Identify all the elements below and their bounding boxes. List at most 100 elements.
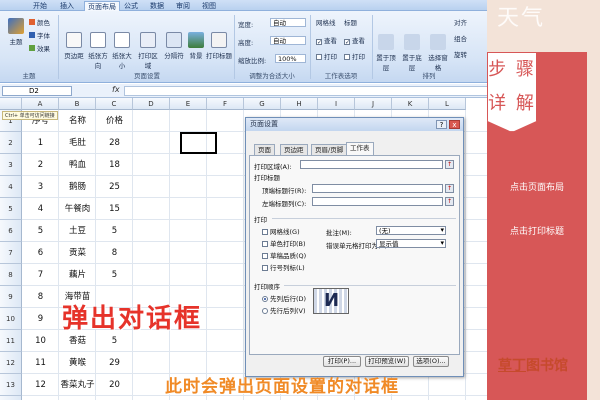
send-to-back-button[interactable]: 置于底层 <box>400 31 424 72</box>
columns-to-repeat-input[interactable] <box>312 197 443 206</box>
dialog-tab-margins[interactable]: 页边距 <box>280 144 308 155</box>
insert-function-icon[interactable]: fx <box>112 85 120 94</box>
table-cell-id[interactable]: 11 <box>22 352 59 374</box>
table-cell-price[interactable]: 18 <box>96 154 133 176</box>
table-cell-id[interactable]: 10 <box>22 330 59 352</box>
gridlines-checkbox[interactable]: 网格线(G) <box>262 226 300 236</box>
table-cell-price[interactable]: 29 <box>96 352 133 374</box>
column-header-e[interactable]: E <box>170 98 207 110</box>
name-box[interactable]: D2 <box>2 86 72 96</box>
tab-formulas[interactable]: 公式 <box>121 1 141 11</box>
theme-fonts-button[interactable]: 字体 <box>29 30 50 40</box>
row-header-12[interactable]: 12 <box>0 352 22 374</box>
table-cell-price[interactable]: 5 <box>96 264 133 286</box>
print-area-input[interactable] <box>300 160 443 169</box>
column-header-l[interactable]: L <box>429 98 466 110</box>
column-header-g[interactable]: G <box>244 98 281 110</box>
table-cell-id[interactable]: 7 <box>22 264 59 286</box>
table-cell-name[interactable]: 黄喉 <box>59 352 96 374</box>
table-cell-id[interactable]: 6 <box>22 242 59 264</box>
down-then-over-radio[interactable]: 先列后行(D) <box>262 293 306 303</box>
row-header-4[interactable]: 4 <box>0 176 22 198</box>
row-header-7[interactable]: 7 <box>0 242 22 264</box>
headings-view-checkbox[interactable]: ✓ 查看 <box>344 35 365 46</box>
table-cell-name[interactable]: 鹅肠 <box>59 176 96 198</box>
rows-to-repeat-input[interactable] <box>312 184 443 193</box>
print-button[interactable]: 打印(P)... <box>323 356 361 367</box>
column-header-k[interactable]: K <box>392 98 429 110</box>
tab-page-layout[interactable]: 页面布局 <box>84 1 120 11</box>
table-cell-name[interactable]: 午餐肉 <box>59 198 96 220</box>
select-all-corner[interactable] <box>0 98 22 110</box>
help-button[interactable]: ? <box>436 120 447 129</box>
rotate-button[interactable]: 旋转 <box>454 49 467 59</box>
tab-insert[interactable]: 插入 <box>57 1 77 11</box>
row-header-3[interactable]: 3 <box>0 154 22 176</box>
group-button[interactable]: 组合 <box>454 33 467 43</box>
table-cell-id[interactable]: 2 <box>22 154 59 176</box>
column-header-b[interactable]: B <box>59 98 96 110</box>
print-preview-button[interactable]: 打印预览(W) <box>365 356 409 367</box>
headings-print-checkbox[interactable]: 打印 <box>344 51 365 61</box>
align-button[interactable]: 对齐 <box>454 17 467 27</box>
orientation-button[interactable]: 纸张方向 <box>86 29 110 70</box>
table-cell-id[interactable]: 3 <box>22 176 59 198</box>
column-header-i[interactable]: I <box>318 98 355 110</box>
table-cell-name[interactable]: 贡菜 <box>59 242 96 264</box>
table-cell-name[interactable]: 藕片 <box>59 264 96 286</box>
active-cell-d2[interactable] <box>180 132 217 154</box>
bring-to-front-button[interactable]: 置于顶层 <box>374 31 398 72</box>
table-cell-id[interactable]: 8 <box>22 286 59 308</box>
collapse-dialog-icon[interactable]: ↑ <box>445 160 454 169</box>
column-header-d[interactable]: D <box>133 98 170 110</box>
table-cell-price[interactable]: 20 <box>96 374 133 396</box>
table-cell-id[interactable]: 4 <box>22 198 59 220</box>
print-area-button[interactable]: 打印区域 <box>136 29 160 70</box>
tab-review[interactable]: 审阅 <box>173 1 193 11</box>
table-cell-price[interactable]: 5 <box>96 220 133 242</box>
comments-select[interactable]: (无) <box>376 226 446 235</box>
row-header-8[interactable]: 8 <box>0 264 22 286</box>
row-header-5[interactable]: 5 <box>0 198 22 220</box>
table-cell-name[interactable]: 毛肚 <box>59 132 96 154</box>
row-header-9[interactable]: 9 <box>0 286 22 308</box>
scale-input[interactable]: 100% <box>275 54 306 63</box>
table-cell-id[interactable]: 12 <box>22 374 59 396</box>
table-cell-name[interactable]: 香菜丸子 <box>59 374 96 396</box>
over-then-down-radio[interactable]: 先行后列(V) <box>262 305 306 315</box>
collapse-dialog-icon[interactable]: ↑ <box>445 184 454 193</box>
table-cell-name[interactable]: 鸭血 <box>59 154 96 176</box>
table-cell-price[interactable]: 15 <box>96 198 133 220</box>
print-titles-button[interactable]: 打印标题 <box>206 29 232 67</box>
margins-button[interactable]: 页边距 <box>62 29 86 67</box>
dialog-tab-sheet[interactable]: 工作表 <box>346 142 374 155</box>
table-cell-price[interactable]: 28 <box>96 132 133 154</box>
row-header-11[interactable]: 11 <box>0 330 22 352</box>
row-header-14[interactable]: 14 <box>0 396 22 400</box>
close-button[interactable]: x <box>449 120 460 129</box>
table-cell-price[interactable]: 8 <box>96 242 133 264</box>
collapse-dialog-icon[interactable]: ↑ <box>445 197 454 206</box>
table-cell-price[interactable]: 25 <box>96 176 133 198</box>
column-header-f[interactable]: F <box>207 98 244 110</box>
tab-data[interactable]: 数据 <box>147 1 167 11</box>
column-header-h[interactable]: H <box>281 98 318 110</box>
column-header-c[interactable]: C <box>96 98 133 110</box>
header-cell-name[interactable]: 名称 <box>59 110 96 132</box>
row-col-headings-checkbox[interactable]: 行号列标(L) <box>262 262 305 272</box>
breaks-button[interactable]: 分隔符 <box>162 29 186 67</box>
table-cell-id[interactable]: 1 <box>22 132 59 154</box>
theme-colors-button[interactable]: 颜色 <box>29 17 50 27</box>
themes-button[interactable]: 主题 <box>4 15 28 53</box>
dialog-tab-page[interactable]: 页面 <box>254 144 275 155</box>
options-button[interactable]: 选项(O)... <box>413 356 449 367</box>
column-header-j[interactable]: J <box>355 98 392 110</box>
gridlines-view-checkbox[interactable]: ✓ 查看 <box>316 35 337 46</box>
row-header-2[interactable]: 2 <box>0 132 22 154</box>
cell-errors-select[interactable]: 显示值 <box>376 239 446 248</box>
dialog-tab-header-footer[interactable]: 页眉/页脚 <box>311 144 348 155</box>
background-button[interactable]: 背景 <box>184 29 208 67</box>
tab-view[interactable]: 视图 <box>199 1 219 11</box>
draft-quality-checkbox[interactable]: 草稿品质(Q) <box>262 250 306 260</box>
gridlines-print-checkbox[interactable]: 打印 <box>316 51 337 61</box>
